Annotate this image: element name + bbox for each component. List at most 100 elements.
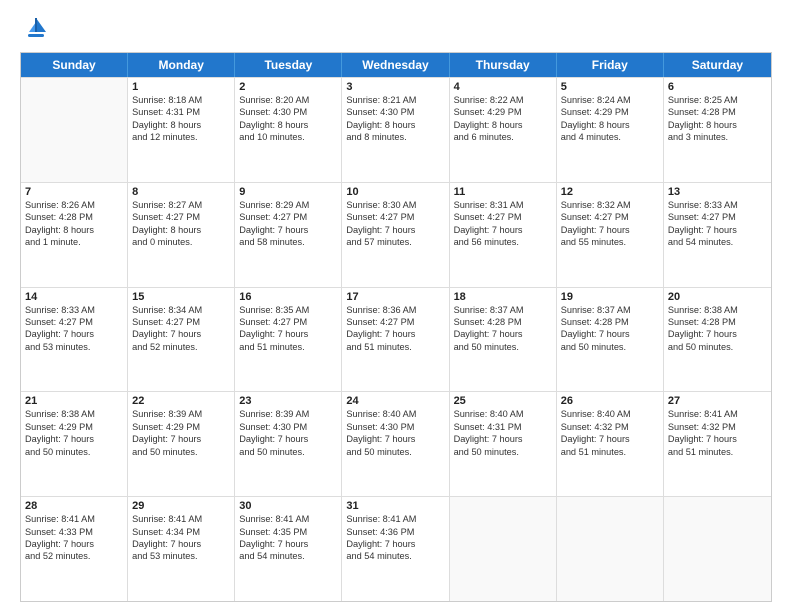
- cell-line: and 3 minutes.: [668, 131, 767, 143]
- day-cell-27: 27Sunrise: 8:41 AMSunset: 4:32 PMDayligh…: [664, 392, 771, 496]
- day-cell-11: 11Sunrise: 8:31 AMSunset: 4:27 PMDayligh…: [450, 183, 557, 287]
- day-cell-25: 25Sunrise: 8:40 AMSunset: 4:31 PMDayligh…: [450, 392, 557, 496]
- day-number-30: 30: [239, 500, 337, 512]
- day-header-saturday: Saturday: [664, 53, 771, 77]
- cell-line: Sunrise: 8:39 AM: [239, 408, 337, 420]
- day-cell-14: 14Sunrise: 8:33 AMSunset: 4:27 PMDayligh…: [21, 288, 128, 392]
- cell-line: Daylight: 7 hours: [346, 433, 444, 445]
- day-cell-28: 28Sunrise: 8:41 AMSunset: 4:33 PMDayligh…: [21, 497, 128, 601]
- day-number-4: 4: [454, 81, 552, 93]
- cell-line: Daylight: 7 hours: [239, 433, 337, 445]
- cell-line: Sunset: 4:33 PM: [25, 526, 123, 538]
- cell-line: Sunrise: 8:29 AM: [239, 199, 337, 211]
- day-cell-21: 21Sunrise: 8:38 AMSunset: 4:29 PMDayligh…: [21, 392, 128, 496]
- day-cell-30: 30Sunrise: 8:41 AMSunset: 4:35 PMDayligh…: [235, 497, 342, 601]
- day-number-14: 14: [25, 291, 123, 303]
- day-number-23: 23: [239, 395, 337, 407]
- cell-line: Sunset: 4:27 PM: [561, 211, 659, 223]
- cell-line: Sunset: 4:30 PM: [346, 106, 444, 118]
- cell-line: and 53 minutes.: [25, 341, 123, 353]
- cell-line: Sunrise: 8:26 AM: [25, 199, 123, 211]
- cell-line: Sunrise: 8:41 AM: [132, 513, 230, 525]
- day-cell-7: 7Sunrise: 8:26 AMSunset: 4:28 PMDaylight…: [21, 183, 128, 287]
- cell-line: and 50 minutes.: [239, 446, 337, 458]
- cell-line: Sunset: 4:28 PM: [25, 211, 123, 223]
- day-number-17: 17: [346, 291, 444, 303]
- calendar: SundayMondayTuesdayWednesdayThursdayFrid…: [20, 52, 772, 602]
- day-header-wednesday: Wednesday: [342, 53, 449, 77]
- week-row-3: 14Sunrise: 8:33 AMSunset: 4:27 PMDayligh…: [21, 287, 771, 392]
- cell-line: Daylight: 7 hours: [25, 433, 123, 445]
- cell-line: Sunset: 4:28 PM: [454, 316, 552, 328]
- cell-line: and 50 minutes.: [25, 446, 123, 458]
- cell-line: Sunrise: 8:32 AM: [561, 199, 659, 211]
- cell-line: and 54 minutes.: [239, 550, 337, 562]
- cell-line: Sunrise: 8:27 AM: [132, 199, 230, 211]
- cell-line: Sunrise: 8:41 AM: [668, 408, 767, 420]
- day-cell-29: 29Sunrise: 8:41 AMSunset: 4:34 PMDayligh…: [128, 497, 235, 601]
- day-number-19: 19: [561, 291, 659, 303]
- day-number-15: 15: [132, 291, 230, 303]
- cell-line: Daylight: 8 hours: [132, 119, 230, 131]
- cell-line: Daylight: 7 hours: [346, 538, 444, 550]
- calendar-header: SundayMondayTuesdayWednesdayThursdayFrid…: [21, 53, 771, 77]
- cell-line: and 50 minutes.: [454, 446, 552, 458]
- cell-line: Sunrise: 8:33 AM: [668, 199, 767, 211]
- day-cell-3: 3Sunrise: 8:21 AMSunset: 4:30 PMDaylight…: [342, 78, 449, 182]
- cell-line: Daylight: 7 hours: [25, 328, 123, 340]
- week-row-5: 28Sunrise: 8:41 AMSunset: 4:33 PMDayligh…: [21, 496, 771, 601]
- cell-line: and 0 minutes.: [132, 236, 230, 248]
- day-cell-10: 10Sunrise: 8:30 AMSunset: 4:27 PMDayligh…: [342, 183, 449, 287]
- day-cell-4: 4Sunrise: 8:22 AMSunset: 4:29 PMDaylight…: [450, 78, 557, 182]
- cell-line: Sunrise: 8:40 AM: [561, 408, 659, 420]
- cell-line: and 52 minutes.: [25, 550, 123, 562]
- day-number-29: 29: [132, 500, 230, 512]
- cell-line: Daylight: 7 hours: [668, 328, 767, 340]
- cell-line: Sunrise: 8:36 AM: [346, 304, 444, 316]
- cell-line: Sunrise: 8:34 AM: [132, 304, 230, 316]
- cell-line: Sunset: 4:28 PM: [561, 316, 659, 328]
- cell-line: and 54 minutes.: [346, 550, 444, 562]
- cell-line: Sunrise: 8:22 AM: [454, 94, 552, 106]
- cell-line: Sunset: 4:35 PM: [239, 526, 337, 538]
- day-number-31: 31: [346, 500, 444, 512]
- cell-line: and 51 minutes.: [346, 341, 444, 353]
- day-number-1: 1: [132, 81, 230, 93]
- cell-line: Sunrise: 8:41 AM: [239, 513, 337, 525]
- day-number-28: 28: [25, 500, 123, 512]
- day-number-7: 7: [25, 186, 123, 198]
- day-number-18: 18: [454, 291, 552, 303]
- cell-line: and 8 minutes.: [346, 131, 444, 143]
- cell-line: Daylight: 7 hours: [454, 224, 552, 236]
- cell-line: Sunrise: 8:24 AM: [561, 94, 659, 106]
- day-number-8: 8: [132, 186, 230, 198]
- cell-line: Sunset: 4:36 PM: [346, 526, 444, 538]
- day-header-sunday: Sunday: [21, 53, 128, 77]
- cell-line: Sunset: 4:27 PM: [346, 316, 444, 328]
- cell-line: Daylight: 7 hours: [454, 328, 552, 340]
- cell-line: Sunset: 4:29 PM: [561, 106, 659, 118]
- day-cell-31: 31Sunrise: 8:41 AMSunset: 4:36 PMDayligh…: [342, 497, 449, 601]
- day-cell-13: 13Sunrise: 8:33 AMSunset: 4:27 PMDayligh…: [664, 183, 771, 287]
- cell-line: and 58 minutes.: [239, 236, 337, 248]
- header: [20, 16, 772, 42]
- calendar-body: 1Sunrise: 8:18 AMSunset: 4:31 PMDaylight…: [21, 77, 771, 601]
- day-header-friday: Friday: [557, 53, 664, 77]
- cell-line: Daylight: 7 hours: [346, 224, 444, 236]
- day-cell-19: 19Sunrise: 8:37 AMSunset: 4:28 PMDayligh…: [557, 288, 664, 392]
- day-cell-18: 18Sunrise: 8:37 AMSunset: 4:28 PMDayligh…: [450, 288, 557, 392]
- cell-line: Daylight: 7 hours: [25, 538, 123, 550]
- cell-line: Daylight: 7 hours: [668, 224, 767, 236]
- cell-line: and 57 minutes.: [346, 236, 444, 248]
- day-cell-23: 23Sunrise: 8:39 AMSunset: 4:30 PMDayligh…: [235, 392, 342, 496]
- cell-line: and 12 minutes.: [132, 131, 230, 143]
- cell-line: Sunset: 4:29 PM: [25, 421, 123, 433]
- cell-line: and 51 minutes.: [561, 446, 659, 458]
- cell-line: Sunrise: 8:37 AM: [454, 304, 552, 316]
- cell-line: Sunrise: 8:33 AM: [25, 304, 123, 316]
- day-number-6: 6: [668, 81, 767, 93]
- cell-line: Sunset: 4:27 PM: [25, 316, 123, 328]
- cell-line: Daylight: 8 hours: [239, 119, 337, 131]
- day-cell-2: 2Sunrise: 8:20 AMSunset: 4:30 PMDaylight…: [235, 78, 342, 182]
- cell-line: and 50 minutes.: [561, 341, 659, 353]
